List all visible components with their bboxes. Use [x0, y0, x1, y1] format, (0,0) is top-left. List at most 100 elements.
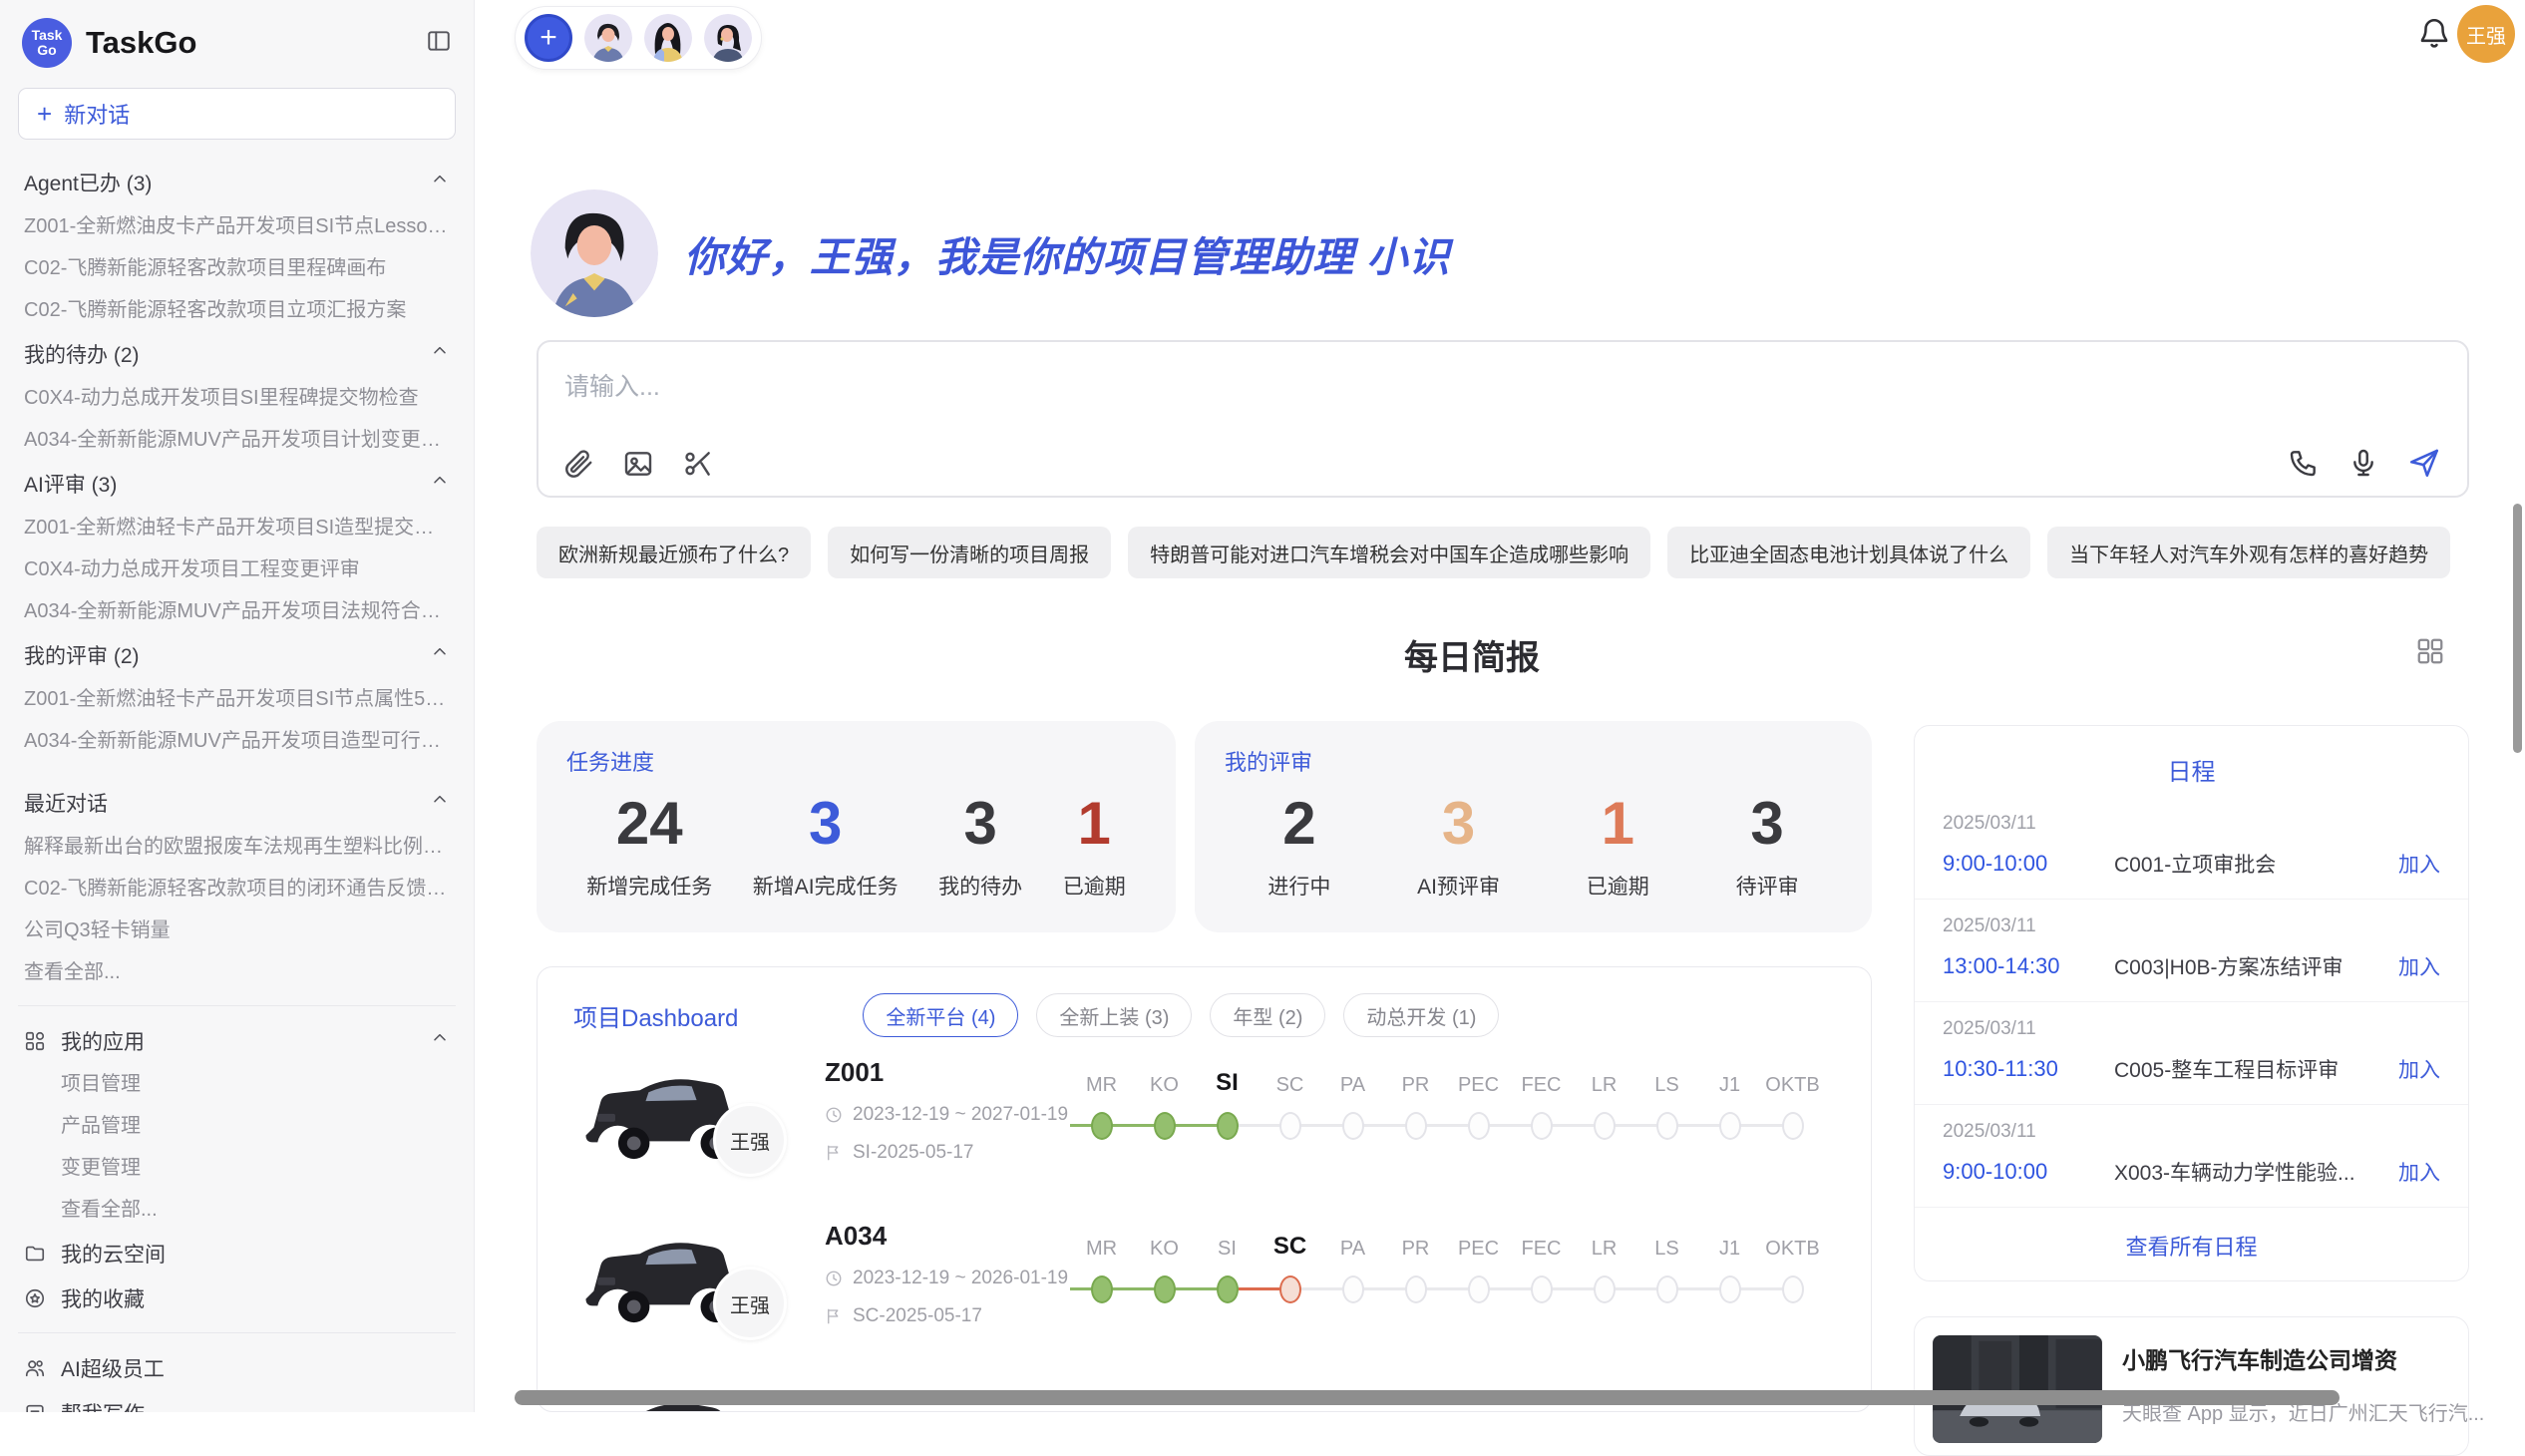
milestone-label: SC	[1259, 1227, 1321, 1261]
milestone-dot	[1342, 1275, 1364, 1303]
sidebar-item-favorites[interactable]: 我的收藏	[16, 1275, 458, 1320]
section-my-todo[interactable]: 我的待办 (2)	[16, 331, 458, 377]
section-ai-review[interactable]: AI评审 (3)	[16, 461, 458, 507]
schedule-list: 2025/03/11 9:00-10:00 C001-立项审批会 加入 2025…	[1915, 797, 2468, 1208]
agent-avatar[interactable]	[584, 14, 632, 62]
section-agent-done[interactable]: Agent已办 (3)	[16, 160, 458, 205]
task-item[interactable]: C02-飞腾新能源轻客改款项目里程碑画布	[16, 247, 458, 289]
sidebar-header: Task Go TaskGo	[16, 14, 458, 78]
sidebar-item-help-write[interactable]: 帮我写作	[16, 1390, 458, 1412]
task-item[interactable]: C0X4-动力总成开发项目工程变更评审	[16, 548, 458, 590]
chevron-up-icon[interactable]	[430, 170, 450, 195]
vertical-scrollbar[interactable]	[2513, 504, 2522, 753]
milestone-dot	[1468, 1275, 1490, 1303]
tab-powertrain[interactable]: 动总开发 (1)	[1343, 993, 1499, 1037]
star-badge-icon	[24, 1287, 46, 1309]
sidebar-item-cloud-space[interactable]: 我的云空间	[16, 1231, 458, 1275]
task-item[interactable]: Z001-全新燃油轻卡产品开发项目SI节点属性5D文件评审	[16, 678, 458, 720]
milestone-mr: MR	[1070, 1063, 1133, 1149]
user-avatar[interactable]: 王强	[2457, 5, 2515, 63]
app-item[interactable]: 变更管理	[16, 1147, 458, 1189]
recent-chat-item[interactable]: 解释最新出台的欧盟报废车法规再生塑料比例被调至15%...	[16, 826, 458, 868]
milestone-label: PA	[1321, 1227, 1384, 1261]
recent-chat-item[interactable]: 公司Q3轻卡销量	[16, 910, 458, 951]
milestone-label: J1	[1698, 1227, 1761, 1261]
join-link[interactable]: 加入	[2398, 1157, 2440, 1187]
stat-value: 3	[1736, 791, 1799, 857]
tab-new-body[interactable]: 全新上装 (3)	[1036, 993, 1192, 1037]
new-chat-button[interactable]: + 新对话	[18, 88, 456, 140]
my-review-card: 我的评审 2 进行中 3 AI预评审 1 已逾期 3	[1195, 721, 1872, 932]
scissors-icon[interactable]	[682, 448, 714, 480]
stat-value: 3	[753, 791, 899, 857]
task-item[interactable]: A034-全新新能源MUV产品开发项目造型可行性评审	[16, 720, 458, 762]
dashboard-tabs: 全新平台 (4) 全新上装 (3) 年型 (2) 动总开发 (1)	[863, 993, 1499, 1037]
chevron-up-icon[interactable]	[430, 642, 450, 668]
section-recent-chats[interactable]: 最近对话	[16, 780, 458, 826]
send-icon[interactable]	[2407, 446, 2441, 480]
stat-item: 1 已逾期	[1063, 791, 1126, 901]
sidebar-item-ai-employee[interactable]: AI超级员工	[16, 1345, 458, 1390]
project-code: A034	[825, 1221, 1068, 1252]
milestone-dot	[1594, 1112, 1616, 1140]
suggestion-chip[interactable]: 比亚迪全固态电池计划具体说了什么	[1667, 527, 2030, 578]
recent-chat-item[interactable]: 查看全部...	[16, 951, 458, 993]
tab-new-platform[interactable]: 全新平台 (4)	[863, 993, 1018, 1037]
sidebar-collapse-icon[interactable]	[426, 28, 452, 59]
milestone-label: SI	[1196, 1227, 1259, 1261]
recent-chat-item[interactable]: C02-飞腾新能源轻客改款项目的闭环通告反馈情况	[16, 868, 458, 910]
add-agent-button[interactable]: +	[525, 14, 572, 62]
task-item[interactable]: C02-飞腾新能源轻客改款项目立项汇报方案	[16, 289, 458, 331]
agent-avatar[interactable]	[644, 14, 692, 62]
agent-avatar[interactable]	[704, 14, 752, 62]
task-item[interactable]: C0X4-动力总成开发项目SI里程碑提交物检查	[16, 377, 458, 419]
attachment-icon[interactable]	[562, 448, 594, 480]
task-item[interactable]: A034-全新新能源MUV产品开发项目计划变更表编写	[16, 419, 458, 461]
section-my-review[interactable]: 我的评审 (2)	[16, 632, 458, 678]
horizontal-scrollbar[interactable]	[515, 1390, 2340, 1405]
flag-icon	[825, 1307, 843, 1325]
sidebar-item-my-apps[interactable]: 我的应用	[16, 1018, 458, 1063]
app-item[interactable]: 项目管理	[16, 1063, 458, 1105]
news-text: 小鹏飞行汽车制造公司增资 天眼查 App 显示，近日广州汇天飞行汽...	[2122, 1335, 2484, 1437]
chevron-up-icon[interactable]	[430, 1028, 450, 1054]
suggestion-chip[interactable]: 当下年轻人对汽车外观有怎样的喜好趋势	[2047, 527, 2450, 578]
app-item[interactable]: 产品管理	[16, 1105, 458, 1147]
chevron-up-icon[interactable]	[430, 790, 450, 816]
image-icon[interactable]	[622, 448, 654, 480]
schedule-item: 2025/03/11 9:00-10:00 C001-立项审批会 加入	[1915, 797, 2468, 900]
clock-icon	[825, 1106, 843, 1124]
sidebar-item-label: 我的应用	[61, 1026, 145, 1056]
chevron-up-icon[interactable]	[430, 341, 450, 367]
view-all-schedule-link[interactable]: 查看所有日程	[1915, 1208, 2468, 1262]
project-row[interactable]: 王强 A034 2023-12-19 ~ 2026-01-19 SC-2025-…	[573, 1205, 1840, 1362]
milestone-pr: PR	[1384, 1227, 1447, 1312]
suggestion-chip[interactable]: 欧洲新规最近颁布了什么?	[537, 527, 811, 578]
task-item[interactable]: Z001-全新燃油轻卡产品开发项目SI造型提交物评审	[16, 507, 458, 548]
suggestion-chip[interactable]: 如何写一份清晰的项目周报	[828, 527, 1111, 578]
milestone-label: LS	[1635, 1227, 1698, 1261]
task-item[interactable]: A034-全新新能源MUV产品开发项目法规符合性评审	[16, 590, 458, 632]
join-link[interactable]: 加入	[2398, 1054, 2440, 1084]
chat-input[interactable]	[564, 362, 2060, 412]
project-flag-date: SI-2025-05-17	[825, 1142, 1068, 1164]
stat-label: 进行中	[1267, 871, 1330, 901]
tab-model-year[interactable]: 年型 (2)	[1210, 993, 1325, 1037]
news-card[interactable]: 小鹏飞行汽车制造公司增资 天眼查 App 显示，近日广州汇天飞行汽...	[1914, 1316, 2469, 1456]
section-label: Agent已办 (3)	[24, 168, 152, 197]
layout-grid-icon[interactable]	[2415, 636, 2445, 671]
project-dates: 2023-12-19 ~ 2027-01-19	[825, 1104, 1068, 1126]
notification-bell-icon[interactable]	[2417, 16, 2451, 55]
join-link[interactable]: 加入	[2398, 951, 2440, 981]
milestone-dot	[1154, 1112, 1176, 1140]
suggestion-chip[interactable]: 特朗普可能对进口汽车增税会对中国车企造成哪些影响	[1128, 527, 1650, 578]
chat-composer	[537, 340, 2469, 498]
milestone-label: KO	[1133, 1063, 1196, 1097]
microphone-icon[interactable]	[2347, 447, 2379, 479]
chevron-up-icon[interactable]	[430, 471, 450, 497]
join-link[interactable]: 加入	[2398, 849, 2440, 879]
app-item[interactable]: 查看全部...	[16, 1189, 458, 1231]
project-row[interactable]: 王强 Z001 2023-12-19 ~ 2027-01-19 SI-2025-…	[573, 1041, 1840, 1199]
phone-icon[interactable]	[2288, 447, 2320, 479]
task-item[interactable]: Z001-全新燃油皮卡产品开发项目SI节点Lesson Learn报告	[16, 205, 458, 247]
